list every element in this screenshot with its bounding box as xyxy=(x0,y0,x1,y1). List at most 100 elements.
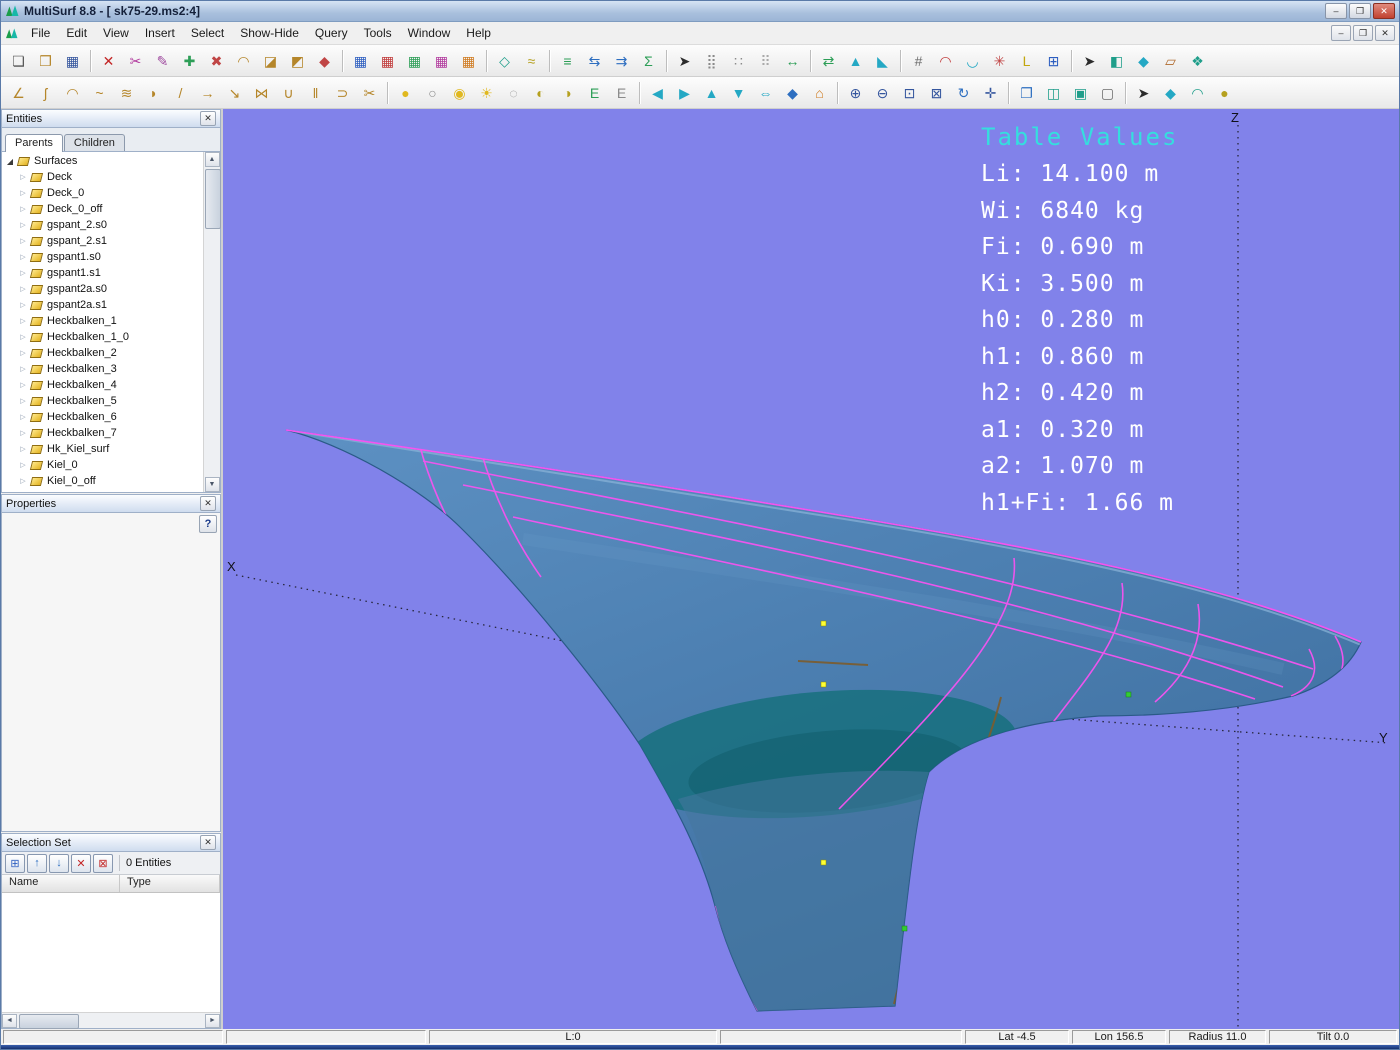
scroll-track[interactable] xyxy=(17,1014,205,1028)
offsets-table-icon[interactable]: ▦ xyxy=(348,48,373,73)
window-switch-icon[interactable]: ▢ xyxy=(1095,80,1120,105)
scroll-thumb[interactable] xyxy=(19,1014,79,1029)
expand-icon[interactable]: ▷ xyxy=(18,317,28,325)
window-new-icon[interactable]: ▣ xyxy=(1068,80,1093,105)
scroll-up-icon[interactable]: ▲ xyxy=(205,152,220,167)
measure-icon[interactable]: ↔ xyxy=(780,48,805,73)
tree-item[interactable]: ▷Heckbalken_4 xyxy=(2,377,203,393)
zoom-out-icon[interactable]: ⊖ xyxy=(870,80,895,105)
entities-scrollbar[interactable]: ▲ ▼ xyxy=(203,152,220,492)
mdi-restore-button[interactable]: ❐ xyxy=(1353,25,1373,41)
show-children-icon[interactable]: ◑ xyxy=(555,80,580,105)
refresh-icon[interactable]: ↻ xyxy=(951,80,976,105)
menu-help[interactable]: Help xyxy=(458,24,499,42)
tree-item[interactable]: ▷Heckbalken_6 xyxy=(2,409,203,425)
tree-item[interactable]: ▷Heckbalken_2 xyxy=(2,345,203,361)
knots-icon[interactable]: ✳ xyxy=(987,48,1012,73)
pick-solid-icon[interactable]: ◆ xyxy=(1131,48,1156,73)
scroll-thumb[interactable] xyxy=(205,169,221,229)
insert-point-icon[interactable]: ✚ xyxy=(177,48,202,73)
close-icon[interactable]: ✕ xyxy=(200,111,216,126)
remove-point-icon[interactable]: ✖ xyxy=(204,48,229,73)
clear-selection-icon[interactable]: ⊠ xyxy=(93,854,113,873)
tree-item[interactable]: ▷Kiel_0_off xyxy=(2,473,203,489)
mdi-minimize-button[interactable]: – xyxy=(1331,25,1351,41)
relcurve-icon[interactable]: → xyxy=(195,80,220,105)
expand-icon[interactable]: ▷ xyxy=(18,365,28,373)
blend-icon[interactable]: ∪ xyxy=(276,80,301,105)
show-parents-icon[interactable]: ◐ xyxy=(528,80,553,105)
help-button[interactable]: ? xyxy=(199,515,217,533)
subcurve-icon[interactable]: ✂ xyxy=(357,80,382,105)
tree-item[interactable]: ▷Heckbalken_3 xyxy=(2,361,203,377)
menu-view[interactable]: View xyxy=(95,24,137,42)
column-header-name[interactable]: Name xyxy=(2,875,120,892)
tree-item[interactable]: ▷gspant1.s0 xyxy=(2,249,203,265)
data-table-icon[interactable]: ▦ xyxy=(402,48,427,73)
expand-icon[interactable]: ▷ xyxy=(18,253,28,261)
expand-icon[interactable]: ▷ xyxy=(18,189,28,197)
flip-normal-icon[interactable]: ◆ xyxy=(312,48,337,73)
expand-icon[interactable]: ▷ xyxy=(18,173,28,181)
bcurve-icon[interactable]: ~ xyxy=(87,80,112,105)
mass-properties-icon[interactable]: ◇ xyxy=(492,48,517,73)
cone-icon[interactable]: ▲ xyxy=(843,48,868,73)
menu-insert[interactable]: Insert xyxy=(137,24,183,42)
scroll-right-icon[interactable]: ► xyxy=(205,1014,220,1028)
expand-icon[interactable]: ▷ xyxy=(18,429,28,437)
show-eval-icon[interactable]: E xyxy=(582,80,607,105)
tree-item[interactable]: ▷gspant2a.s0 xyxy=(2,281,203,297)
tree-root-surfaces[interactable]: ◢ Surfaces xyxy=(2,153,203,169)
close-icon[interactable]: ✕ xyxy=(200,496,216,511)
eraser-icon[interactable]: ▱ xyxy=(1158,48,1183,73)
foil-icon[interactable]: ◗ xyxy=(141,80,166,105)
show-icon[interactable]: ● xyxy=(393,80,418,105)
show-only-icon[interactable]: ◉ xyxy=(447,80,472,105)
view-left-icon[interactable]: ◀ xyxy=(645,80,670,105)
stretch-icon[interactable]: ⇄ xyxy=(816,48,841,73)
expand-icon[interactable]: ▷ xyxy=(18,285,28,293)
eval-forward-icon[interactable]: ⇉ xyxy=(609,48,634,73)
expand-icon[interactable]: ▷ xyxy=(18,413,28,421)
zoom-in-icon[interactable]: ⊕ xyxy=(843,80,868,105)
new-file-icon[interactable]: ❏ xyxy=(6,48,31,73)
view-right-icon[interactable]: ▶ xyxy=(672,80,697,105)
tree-item[interactable]: ▷Deck_0_off xyxy=(2,201,203,217)
unlink-icon[interactable]: ✂ xyxy=(123,48,148,73)
menu-show-hide[interactable]: Show-Hide xyxy=(232,24,307,42)
menu-tools[interactable]: Tools xyxy=(356,24,400,42)
edit-surface-icon[interactable]: ◪ xyxy=(258,48,283,73)
expand-icon[interactable]: ▷ xyxy=(18,301,28,309)
mdi-close-button[interactable]: ✕ xyxy=(1375,25,1395,41)
zoom-extents-icon[interactable]: ⊠ xyxy=(924,80,949,105)
tree-item[interactable]: ▷Deck_0 xyxy=(2,185,203,201)
label-icon[interactable]: L xyxy=(1014,48,1039,73)
expand-icon[interactable]: ▷ xyxy=(18,221,28,229)
pick-surface-icon[interactable]: ◧ xyxy=(1104,48,1129,73)
menu-query[interactable]: Query xyxy=(307,24,356,42)
zoom-window-icon[interactable]: ⊡ xyxy=(897,80,922,105)
tree-item[interactable]: ▷Deck xyxy=(2,169,203,185)
helix-icon[interactable]: / xyxy=(168,80,193,105)
line-icon[interactable]: ∠ xyxy=(6,80,31,105)
expand-icon[interactable]: ▷ xyxy=(18,269,28,277)
hide-eval-icon[interactable]: E xyxy=(609,80,634,105)
tree-item[interactable]: ▷Heckbalken_1_0 xyxy=(2,329,203,345)
view-top-icon[interactable]: ▲ xyxy=(699,80,724,105)
column-header-type[interactable]: Type xyxy=(120,875,220,892)
pan-icon[interactable]: ✛ xyxy=(978,80,1003,105)
sections-icon[interactable]: ◡ xyxy=(960,48,985,73)
weights-table-icon[interactable]: ▦ xyxy=(375,48,400,73)
contours-icon[interactable]: ◠ xyxy=(933,48,958,73)
entity-list-icon[interactable]: ⊞ xyxy=(5,854,25,873)
tab-parents[interactable]: Parents xyxy=(5,134,63,152)
view-rotate-icon[interactable]: ⇔ xyxy=(753,80,778,105)
tree-item[interactable]: ▷Kiel_0 xyxy=(2,457,203,473)
mirror-icon[interactable]: ‖ xyxy=(303,80,328,105)
spreadsheet-icon[interactable]: ⊞ xyxy=(1041,48,1066,73)
show-all-icon[interactable]: ☀ xyxy=(474,80,499,105)
projected-curve-icon[interactable]: ↘ xyxy=(222,80,247,105)
pick-pointer-icon[interactable]: ➤ xyxy=(1077,48,1102,73)
scroll-left-icon[interactable]: ◄ xyxy=(2,1014,17,1028)
snap-off-icon[interactable]: ⠿ xyxy=(753,48,778,73)
